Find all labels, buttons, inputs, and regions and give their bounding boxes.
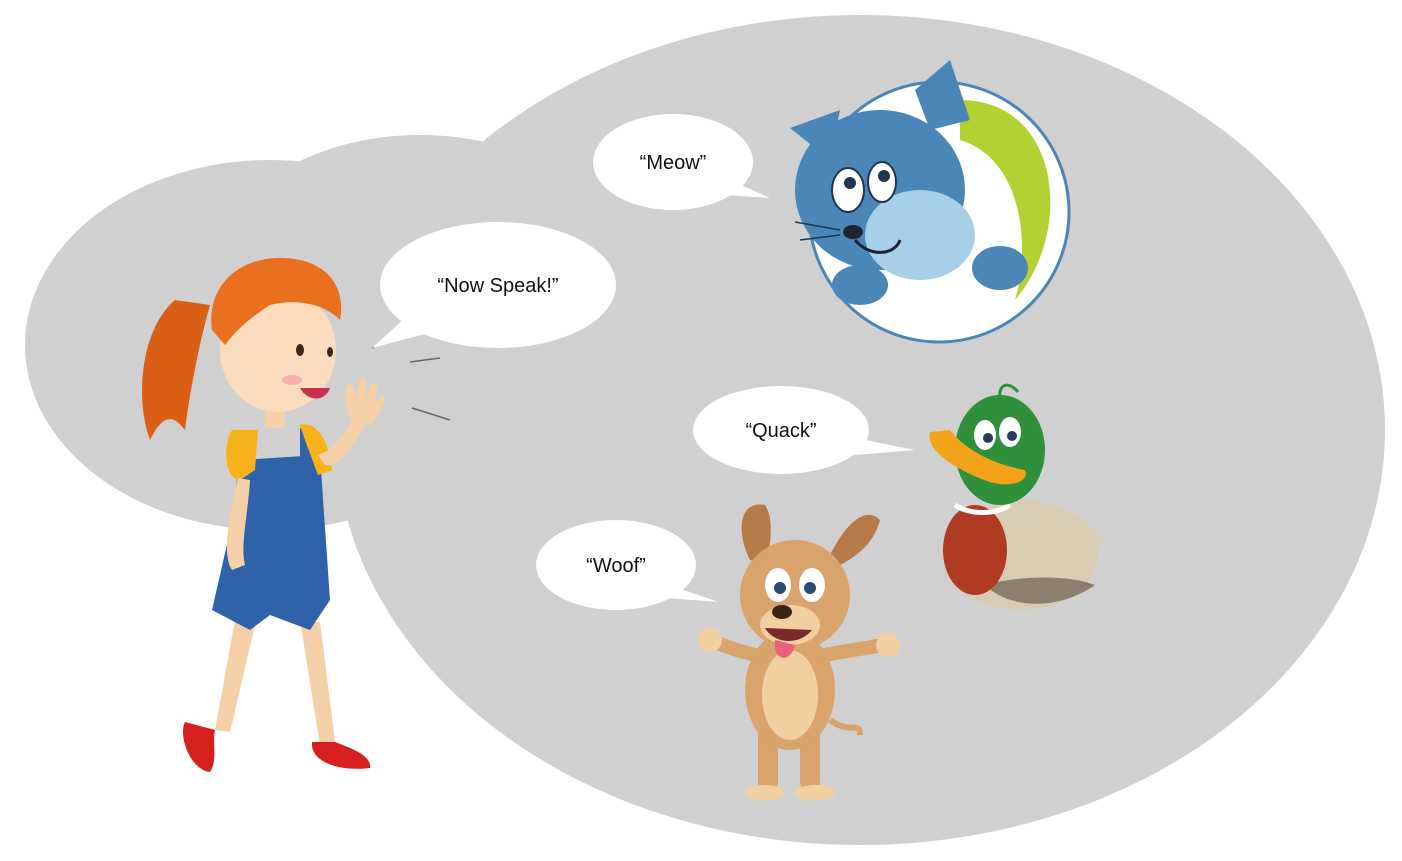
speech-text-girl: “Now Speak!” xyxy=(437,275,558,297)
speech-text-cat: “Meow” xyxy=(640,152,707,174)
speech-scene: “Now Speak!” “Meow” “Quack” “Woof” xyxy=(25,15,1385,845)
speech-text-duck: “Quack” xyxy=(745,420,816,442)
speech-text-dog: “Woof” xyxy=(586,555,646,577)
